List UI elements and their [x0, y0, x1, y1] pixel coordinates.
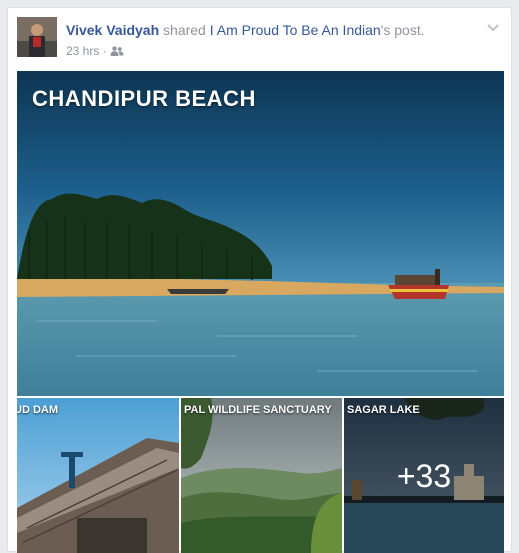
post-meta: 23 hrs ·	[66, 44, 124, 58]
thumb-photo-wildlife[interactable]: PAL WILDLIFE SANCTUARY	[181, 398, 342, 553]
main-photo[interactable]: CHANDIPUR BEACH	[17, 71, 504, 396]
meta-separator: ·	[102, 44, 107, 58]
shared-page-link[interactable]: I Am Proud To Be An Indian	[210, 22, 381, 38]
post-card: Vivek Vaidyah shared I Am Proud To Be An…	[7, 7, 512, 553]
object-suffix: 's post.	[380, 22, 425, 38]
thumb-label-dam: UD DAM	[17, 404, 58, 416]
more-photos-count[interactable]: +33	[344, 458, 504, 495]
action-text: shared	[163, 22, 206, 38]
post-headline: Vivek Vaidyah shared I Am Proud To Be An…	[66, 22, 425, 38]
author-name-link[interactable]: Vivek Vaidyah	[66, 22, 159, 38]
main-photo-title: CHANDIPUR BEACH	[32, 86, 256, 111]
post-header: Vivek Vaidyah shared I Am Proud To Be An…	[17, 17, 501, 61]
thumb-label-lake: SAGAR LAKE	[347, 404, 420, 416]
author-avatar[interactable]	[17, 17, 57, 57]
thumb-photo-dam[interactable]: UD DAM	[17, 398, 179, 553]
timestamp-link[interactable]: 23 hrs	[66, 44, 99, 58]
chevron-down-icon[interactable]	[485, 19, 501, 35]
friends-icon[interactable]	[110, 45, 124, 56]
thumb-label-wildlife: PAL WILDLIFE SANCTUARY	[184, 404, 332, 416]
thumb-photo-lake[interactable]: SAGAR LAKE +33	[344, 398, 504, 553]
